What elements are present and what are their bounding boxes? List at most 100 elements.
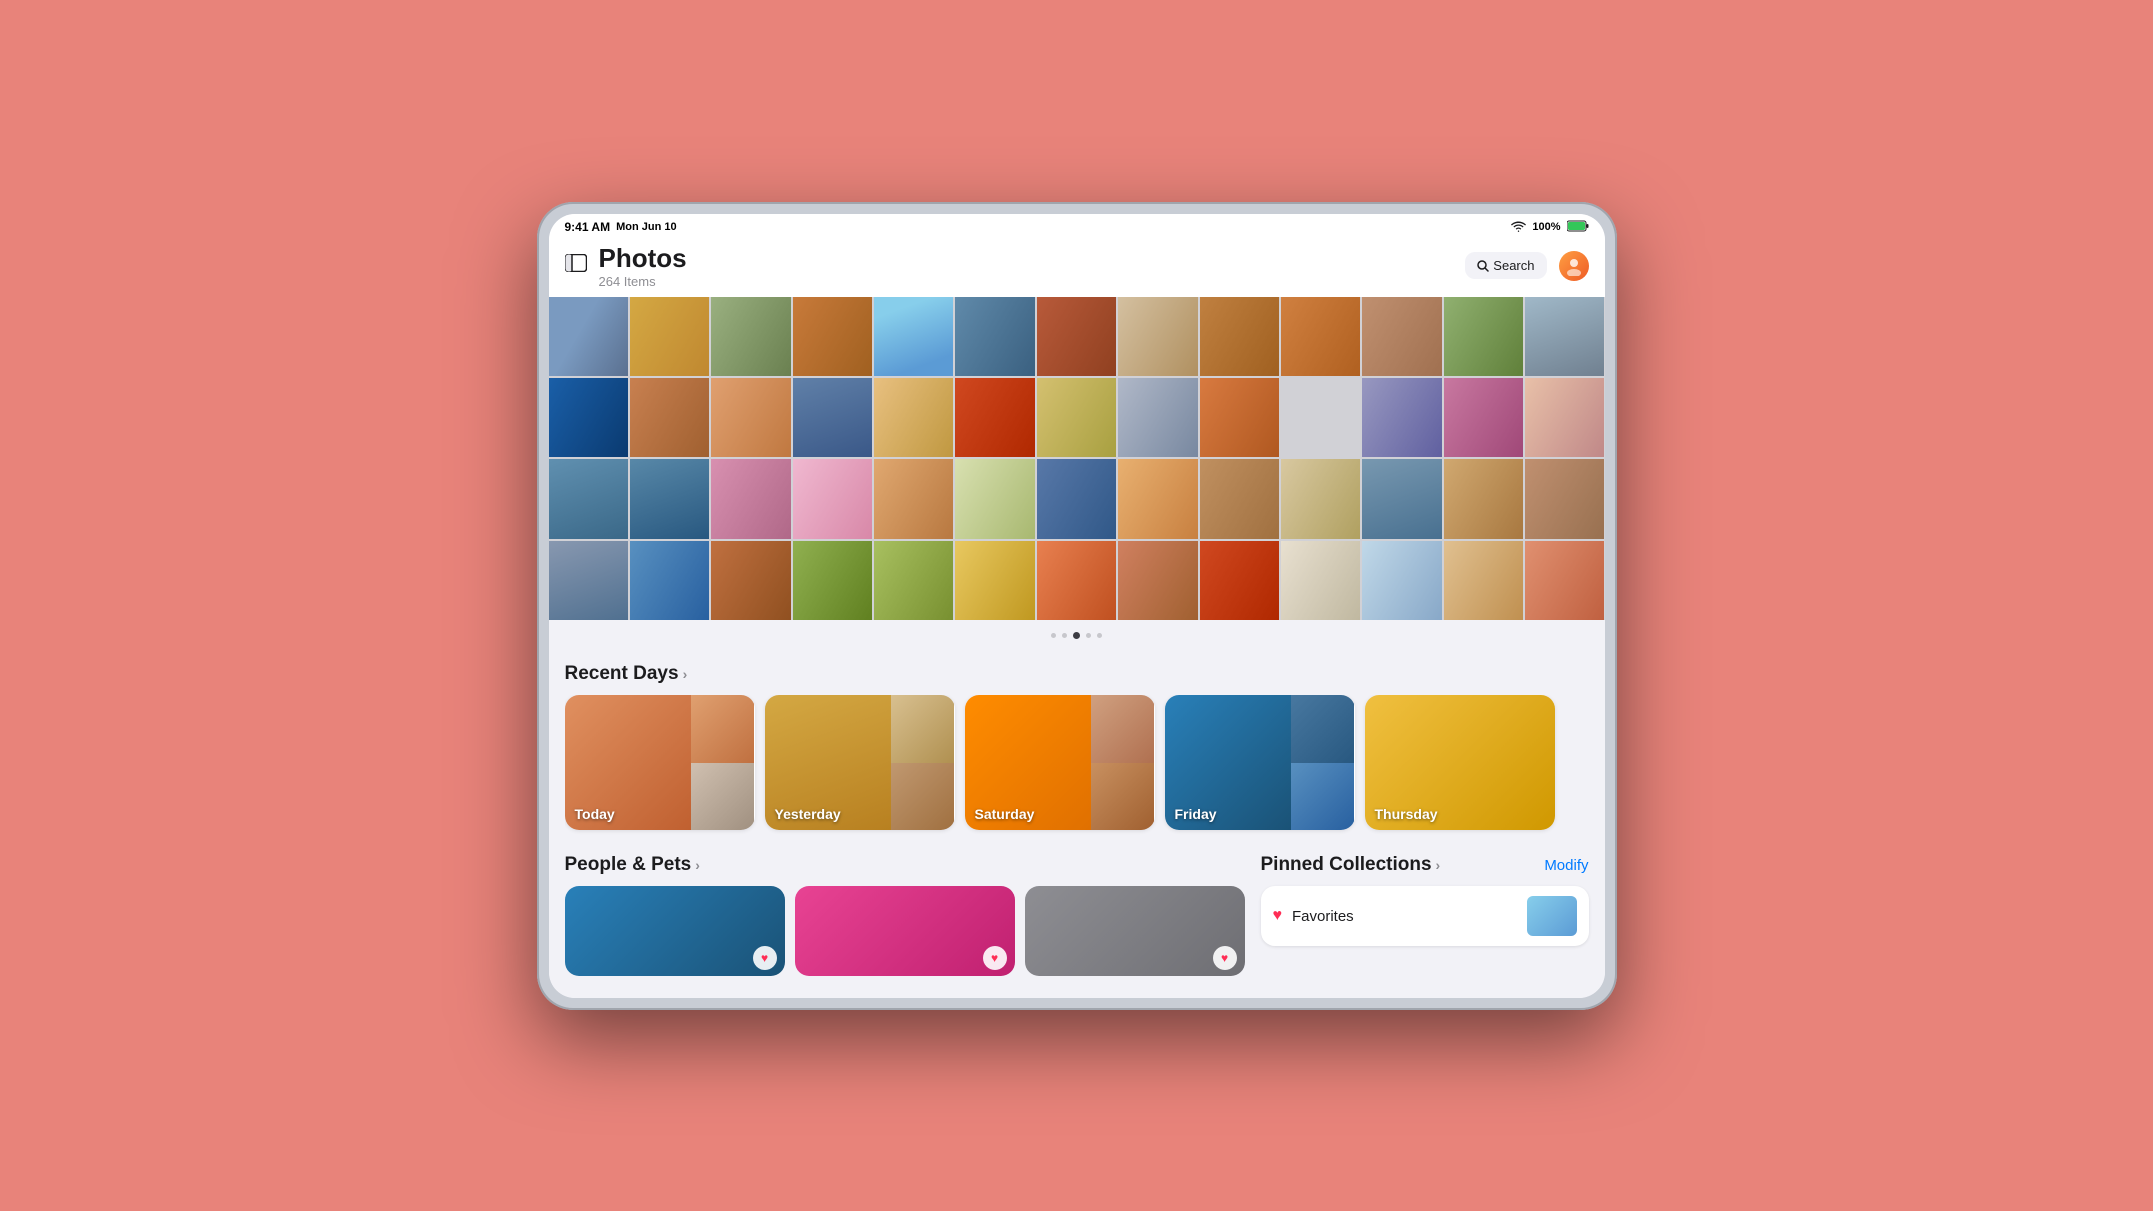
photo-cell[interactable] bbox=[1362, 541, 1441, 620]
photo-cell[interactable] bbox=[1525, 541, 1604, 620]
photo-cell[interactable] bbox=[1037, 541, 1116, 620]
photo-cell[interactable] bbox=[793, 297, 872, 376]
photo-cell[interactable] bbox=[1200, 541, 1279, 620]
photo-cell[interactable] bbox=[630, 459, 709, 538]
photo-cell[interactable] bbox=[1200, 297, 1279, 376]
photo-cell[interactable] bbox=[630, 541, 709, 620]
modify-button[interactable]: Modify bbox=[1544, 857, 1588, 874]
heart-icon-2[interactable]: ♥ bbox=[983, 946, 1007, 970]
status-time: 9:41 AM bbox=[565, 220, 611, 234]
search-button[interactable]: Search bbox=[1465, 252, 1546, 279]
item-count: 264 Items bbox=[599, 274, 687, 289]
status-bar: 9:41 AM Mon Jun 10 100% bbox=[549, 214, 1605, 239]
person-card-3[interactable]: ♥ bbox=[1025, 886, 1245, 976]
people-title[interactable]: People & Pets › bbox=[565, 854, 700, 876]
heart-icon-1[interactable]: ♥ bbox=[753, 946, 777, 970]
photo-cell[interactable] bbox=[1200, 378, 1279, 457]
photo-cell[interactable] bbox=[1118, 459, 1197, 538]
photo-cell[interactable] bbox=[1444, 541, 1523, 620]
page-dot-3[interactable] bbox=[1073, 632, 1080, 639]
day-label-saturday: Saturday bbox=[975, 806, 1035, 822]
photo-cell[interactable] bbox=[1037, 297, 1116, 376]
page-dot-4[interactable] bbox=[1086, 633, 1091, 638]
page-dot-2[interactable] bbox=[1062, 633, 1067, 638]
photo-cell[interactable] bbox=[1362, 378, 1441, 457]
photo-cell[interactable] bbox=[874, 297, 953, 376]
day-card-friday[interactable]: Friday bbox=[1165, 695, 1355, 830]
page-dot-5[interactable] bbox=[1097, 633, 1102, 638]
page-dot-1[interactable] bbox=[1051, 633, 1056, 638]
photo-cell[interactable] bbox=[1118, 541, 1197, 620]
photo-grid bbox=[549, 297, 1605, 621]
photo-cell[interactable] bbox=[793, 541, 872, 620]
photo-cell[interactable] bbox=[1281, 378, 1360, 457]
photo-cell[interactable] bbox=[1362, 297, 1441, 376]
photo-cell[interactable] bbox=[1444, 297, 1523, 376]
photo-cell[interactable] bbox=[549, 378, 628, 457]
people-section: People & Pets › ♥ ♥ ♥ bbox=[565, 854, 1245, 988]
photo-cell[interactable] bbox=[1037, 459, 1116, 538]
photo-cell[interactable] bbox=[711, 297, 790, 376]
photo-cell[interactable] bbox=[549, 541, 628, 620]
photo-cell[interactable] bbox=[711, 541, 790, 620]
status-date: Mon Jun 10 bbox=[616, 221, 677, 233]
photo-cell[interactable] bbox=[1362, 459, 1441, 538]
photo-cell[interactable] bbox=[630, 378, 709, 457]
photo-cell[interactable] bbox=[1281, 541, 1360, 620]
photo-cell[interactable] bbox=[630, 297, 709, 376]
recent-days-scroll[interactable]: Today Yesterday bbox=[565, 695, 1589, 842]
photo-cell[interactable] bbox=[1444, 459, 1523, 538]
photo-cell[interactable] bbox=[955, 297, 1034, 376]
photo-cell[interactable] bbox=[1525, 378, 1604, 457]
photo-cell[interactable] bbox=[1281, 297, 1360, 376]
bottom-sections: People & Pets › ♥ ♥ ♥ bbox=[549, 842, 1605, 988]
photo-cell[interactable] bbox=[1118, 378, 1197, 457]
page-dots bbox=[549, 620, 1605, 651]
photo-cell[interactable] bbox=[711, 378, 790, 457]
photo-cell[interactable] bbox=[1037, 378, 1116, 457]
recent-days-title[interactable]: Recent Days › bbox=[565, 663, 688, 685]
search-icon bbox=[1477, 260, 1489, 272]
recent-days-chevron: › bbox=[683, 666, 688, 682]
photo-cell[interactable] bbox=[1525, 297, 1604, 376]
ipad-screen: 9:41 AM Mon Jun 10 100% bbox=[549, 214, 1605, 998]
ipad-frame: 9:41 AM Mon Jun 10 100% bbox=[537, 202, 1617, 1010]
photo-cell[interactable] bbox=[955, 378, 1034, 457]
photo-cell[interactable] bbox=[874, 459, 953, 538]
day-card-saturday[interactable]: Saturday bbox=[965, 695, 1155, 830]
photo-cell[interactable] bbox=[1525, 459, 1604, 538]
photo-cell[interactable] bbox=[1281, 459, 1360, 538]
photo-cell[interactable] bbox=[874, 378, 953, 457]
photo-cell[interactable] bbox=[793, 459, 872, 538]
photo-cell[interactable] bbox=[1118, 297, 1197, 376]
day-label-yesterday: Yesterday bbox=[775, 806, 841, 822]
photo-cell[interactable] bbox=[793, 378, 872, 457]
day-card-today[interactable]: Today bbox=[565, 695, 755, 830]
people-chevron: › bbox=[695, 857, 700, 873]
people-scroll[interactable]: ♥ ♥ ♥ bbox=[565, 886, 1245, 988]
person-card-1[interactable]: ♥ bbox=[565, 886, 785, 976]
photo-cell[interactable] bbox=[1444, 378, 1523, 457]
day-card-thursday[interactable]: Thursday bbox=[1365, 695, 1555, 830]
scroll-content[interactable]: Recent Days › Today bbox=[549, 651, 1605, 997]
avatar[interactable] bbox=[1559, 251, 1589, 281]
sidebar-toggle[interactable] bbox=[565, 254, 587, 277]
pinned-card-favorites[interactable]: ♥ Favorites bbox=[1261, 886, 1589, 946]
day-label-friday: Friday bbox=[1175, 806, 1217, 822]
photo-cell[interactable] bbox=[549, 459, 628, 538]
heart-icon-3[interactable]: ♥ bbox=[1213, 946, 1237, 970]
photo-cell[interactable] bbox=[1200, 459, 1279, 538]
person-card-2[interactable]: ♥ bbox=[795, 886, 1015, 976]
day-label-today: Today bbox=[575, 806, 615, 822]
app-title: Photos bbox=[599, 243, 687, 274]
photo-cell[interactable] bbox=[711, 459, 790, 538]
pinned-label-favorites: Favorites bbox=[1292, 908, 1354, 925]
pinned-title[interactable]: Pinned Collections › bbox=[1261, 854, 1441, 876]
day-card-yesterday[interactable]: Yesterday bbox=[765, 695, 955, 830]
app-header: Photos 264 Items Search bbox=[549, 239, 1605, 297]
photo-cell[interactable] bbox=[874, 541, 953, 620]
photo-cell[interactable] bbox=[549, 297, 628, 376]
pinned-chevron: › bbox=[1436, 857, 1441, 873]
photo-cell[interactable] bbox=[955, 541, 1034, 620]
photo-cell[interactable] bbox=[955, 459, 1034, 538]
